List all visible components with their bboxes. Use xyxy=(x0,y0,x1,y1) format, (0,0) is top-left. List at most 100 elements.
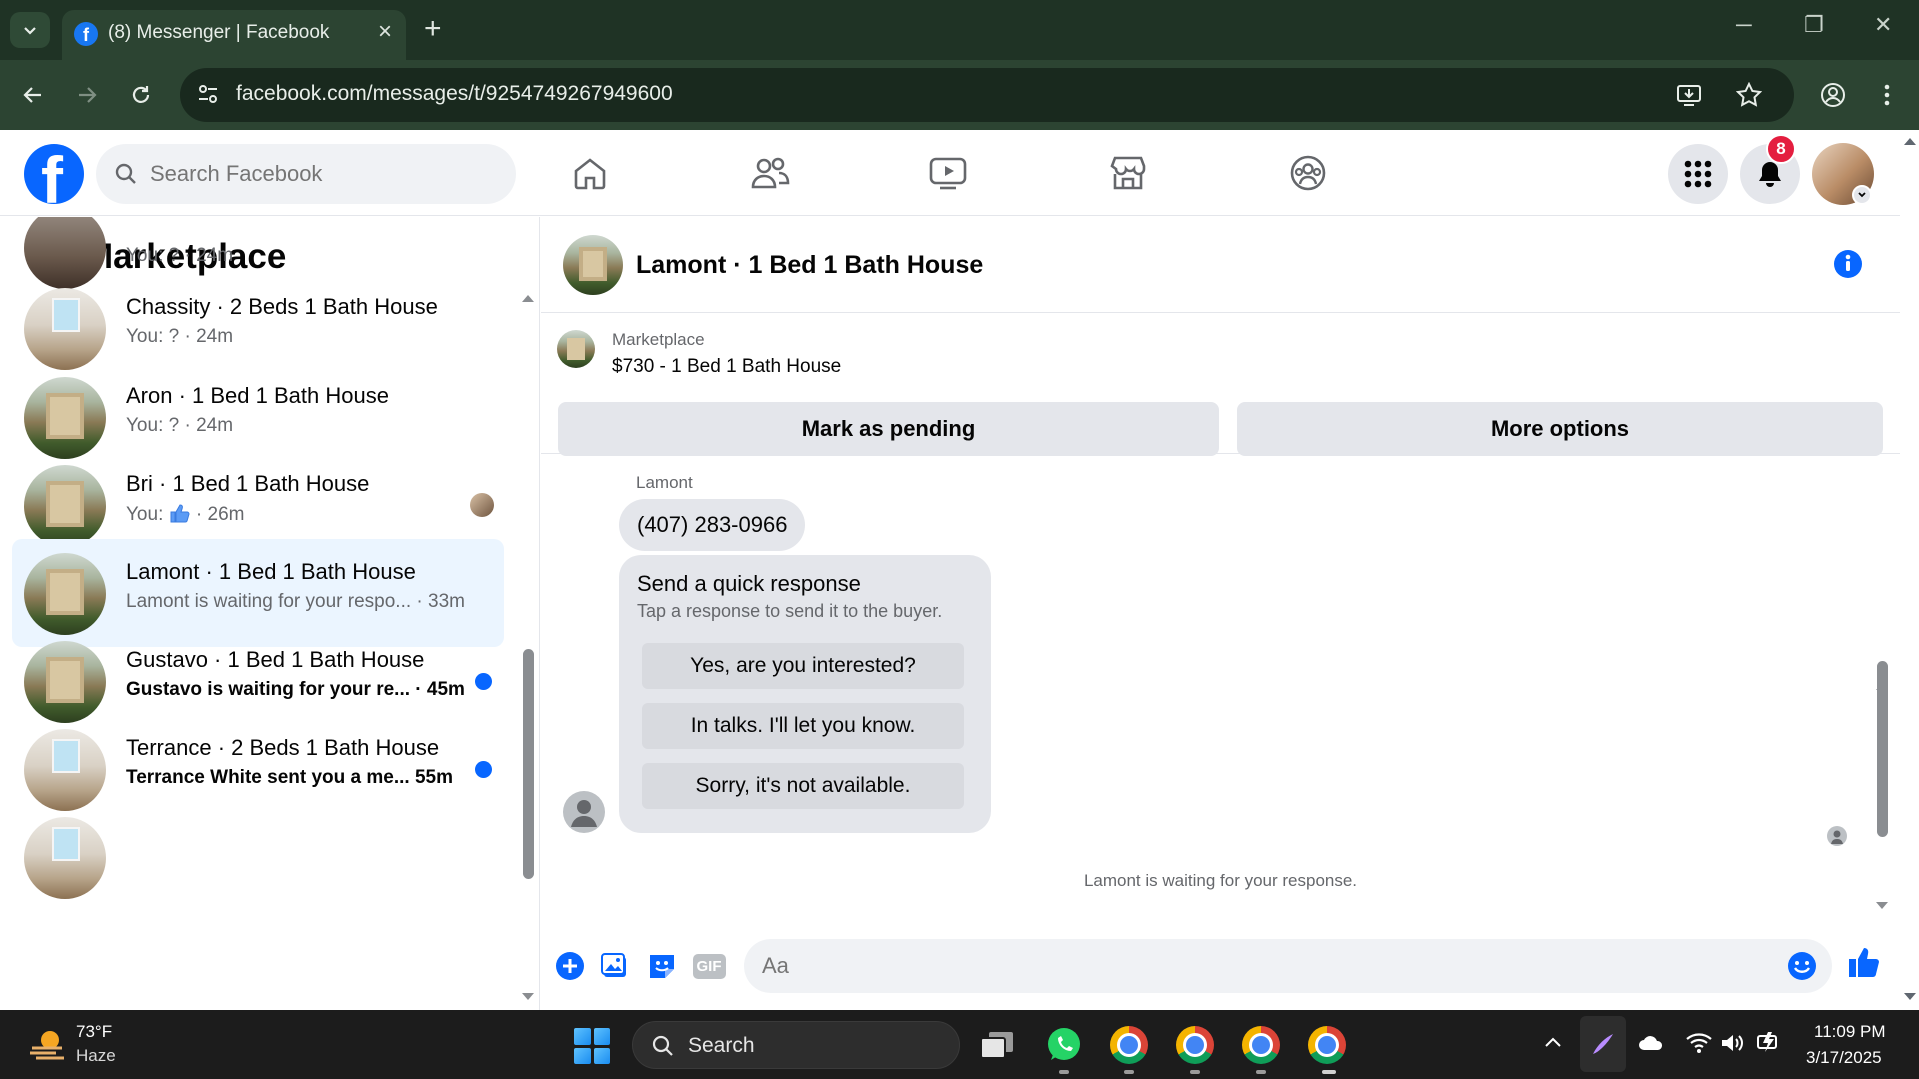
page-scroll-up-icon[interactable] xyxy=(1903,136,1917,146)
back-icon[interactable] xyxy=(16,78,50,112)
windows-start-icon[interactable] xyxy=(574,1028,610,1064)
forward-icon[interactable] xyxy=(70,78,104,112)
more-options-button[interactable]: More options xyxy=(1237,402,1883,456)
nav-home[interactable] xyxy=(560,150,620,196)
more-actions-button[interactable] xyxy=(553,949,587,983)
conversation-item[interactable] xyxy=(12,803,504,911)
nav-friends[interactable] xyxy=(740,150,800,196)
address-bar[interactable]: facebook.com/messages/t/9254749267949600 xyxy=(180,68,1794,122)
browser-menu-icon[interactable] xyxy=(1870,78,1904,112)
quick-response-option[interactable]: In talks. I'll let you know. xyxy=(642,703,964,749)
nav-video[interactable] xyxy=(918,150,978,196)
conversation-preview: You: ? · 24m xyxy=(126,415,234,436)
conversation-preview: You: ? · 24m xyxy=(126,326,234,347)
reload-icon[interactable] xyxy=(124,78,158,112)
message-input[interactable] xyxy=(744,939,1832,993)
sticker-button[interactable] xyxy=(645,949,679,983)
menu-grid-button[interactable] xyxy=(1668,144,1728,204)
groups-icon xyxy=(1290,155,1326,191)
home-icon xyxy=(574,158,606,190)
listing-title[interactable]: $730 - 1 Bed 1 Bath House xyxy=(612,356,841,378)
scroll-down-arrow-icon[interactable] xyxy=(521,992,535,1002)
clock-time[interactable]: 11:09 PM xyxy=(1814,1022,1886,1042)
bookmark-star-icon[interactable] xyxy=(1736,82,1762,108)
account-chevron-icon[interactable] xyxy=(1852,185,1872,205)
chat-title[interactable]: Lamont · 1 Bed 1 Bath House xyxy=(636,251,983,280)
conversation-preview: Lamont is waiting for your respo... · 33… xyxy=(126,591,465,612)
tray-chevron-up-icon[interactable] xyxy=(1544,1036,1562,1048)
message-bubble[interactable]: (407) 283-0966 xyxy=(619,499,806,551)
windows-taskbar: 73°F Haze Search 11:09 PM 3/17/2025 xyxy=(0,1010,1919,1079)
app-running-indicator xyxy=(1190,1070,1200,1074)
facebook-search-box[interactable] xyxy=(96,144,516,204)
chrome-profile-icon[interactable] xyxy=(1174,1024,1216,1066)
wifi-icon[interactable] xyxy=(1686,1032,1712,1054)
mark-as-pending-button[interactable]: Mark as pending xyxy=(558,402,1219,456)
tab-list-button[interactable] xyxy=(10,12,50,48)
listing-thumbnail[interactable] xyxy=(557,330,595,368)
conversation-preview: You: · 26m xyxy=(126,503,244,526)
onedrive-cloud-icon[interactable] xyxy=(1638,1034,1664,1052)
thumbs-up-icon xyxy=(170,504,190,523)
whatsapp-icon[interactable] xyxy=(1043,1024,1085,1066)
conversation-name: Gustavo · 1 Bed 1 Bath House xyxy=(126,647,425,672)
browser-tab-bar: f (8) Messenger | Facebook × + ─ ❐ ✕ xyxy=(0,0,1919,60)
facebook-logo-icon[interactable]: f xyxy=(24,144,84,204)
gif-button[interactable]: GIF xyxy=(692,949,726,983)
page-scrollbar[interactable] xyxy=(1900,130,1919,1010)
like-icon[interactable] xyxy=(1847,945,1881,979)
chrome-icon[interactable] xyxy=(1108,1024,1150,1066)
facebook-search-input[interactable] xyxy=(150,159,490,189)
site-settings-icon[interactable] xyxy=(196,82,220,106)
clock-date[interactable]: 3/17/2025 xyxy=(1806,1048,1882,1068)
conversation-avatar xyxy=(24,641,106,723)
tab-title: (8) Messenger | Facebook xyxy=(108,22,330,43)
tab-close-icon[interactable]: × xyxy=(378,20,392,44)
browser-tab-messenger[interactable]: f (8) Messenger | Facebook × xyxy=(62,10,406,60)
close-window-icon[interactable]: ✕ xyxy=(1874,12,1892,38)
battery-charging-icon[interactable] xyxy=(1756,1030,1782,1054)
chrome-profile-icon[interactable] xyxy=(1306,1024,1348,1066)
read-receipt-avatar xyxy=(1827,826,1847,846)
conversation-avatar xyxy=(24,465,106,547)
sender-avatar xyxy=(563,791,605,833)
tray-pen-app-icon[interactable] xyxy=(1580,1016,1626,1072)
chat-scroll-down-icon[interactable] xyxy=(1875,901,1889,911)
conversation-panel: Lamont · 1 Bed 1 Bath House Marketplace … xyxy=(541,217,1900,1010)
app-running-indicator xyxy=(1256,1070,1266,1074)
friends-icon xyxy=(751,157,790,189)
emoji-icon[interactable] xyxy=(1787,951,1817,981)
volume-icon[interactable] xyxy=(1720,1032,1744,1054)
chrome-profile-icon[interactable] xyxy=(1240,1024,1282,1066)
seen-by-avatar xyxy=(470,493,494,517)
chat-scrollbar-thumb[interactable] xyxy=(1877,661,1888,837)
app-active-indicator xyxy=(1322,1070,1336,1074)
minimize-icon[interactable]: ─ xyxy=(1736,12,1752,38)
quick-response-option[interactable]: Yes, are you interested? xyxy=(642,643,964,689)
browser-toolbar: facebook.com/messages/t/9254749267949600 xyxy=(0,60,1919,130)
info-icon[interactable] xyxy=(1833,249,1863,279)
waiting-notice: Lamont is waiting for your response. xyxy=(1083,871,1358,890)
quick-response-title: Send a quick response xyxy=(637,571,861,596)
nav-groups[interactable] xyxy=(1278,150,1338,196)
nav-marketplace[interactable] xyxy=(1098,150,1158,196)
chat-avatar[interactable] xyxy=(563,235,623,295)
quick-response-option[interactable]: Sorry, it's not available. xyxy=(642,763,964,809)
facebook-favicon-icon: f xyxy=(74,22,98,46)
page-scroll-down-icon[interactable] xyxy=(1903,992,1917,1002)
conversation-avatar xyxy=(24,288,106,370)
scroll-up-arrow-icon[interactable] xyxy=(521,293,535,303)
task-view-icon[interactable] xyxy=(976,1024,1018,1066)
new-tab-icon[interactable]: + xyxy=(424,14,442,44)
profile-account-icon[interactable] xyxy=(1816,78,1850,112)
conversation-avatar xyxy=(24,729,106,811)
attach-photo-button[interactable] xyxy=(598,949,632,983)
taskbar-search[interactable]: Search xyxy=(632,1021,960,1069)
conversation-avatar xyxy=(24,553,106,635)
restore-icon[interactable]: ❐ xyxy=(1804,12,1824,38)
haze-weather-icon[interactable] xyxy=(28,1024,68,1064)
video-icon xyxy=(929,157,967,190)
install-app-icon[interactable] xyxy=(1676,82,1702,108)
conversation-sidebar: Marketplace You: ? · 24m Chassity · 2 Be… xyxy=(0,217,540,1010)
sidebar-scrollbar-thumb[interactable] xyxy=(523,649,534,879)
